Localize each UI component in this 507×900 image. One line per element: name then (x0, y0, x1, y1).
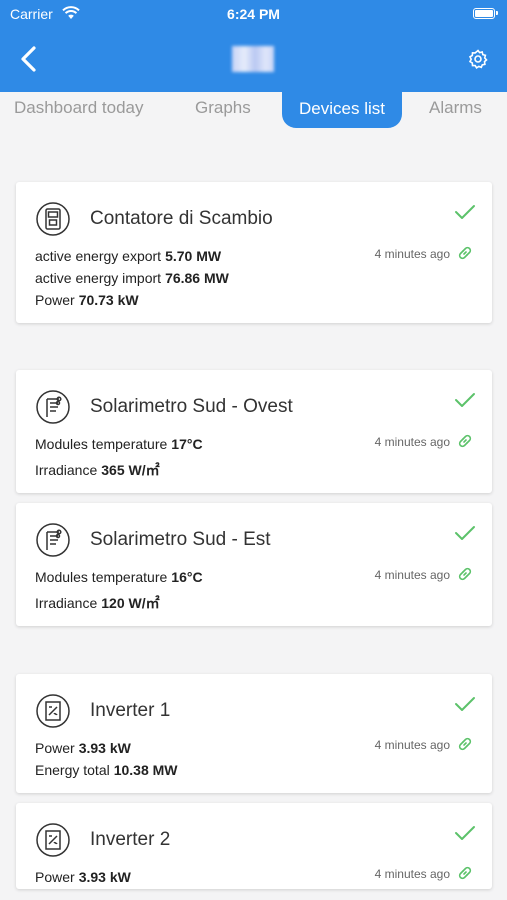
nav-bar (0, 28, 507, 92)
blurred-plant-title (232, 46, 274, 72)
metric-value: 120 W/㎡ (101, 595, 160, 611)
device-name: Solarimetro Sud - Est (90, 529, 271, 550)
last-update-time: 4 minutes ago (374, 867, 450, 881)
device-card[interactable]: Solarimetro Sud - Ovest Modules temperat… (16, 370, 492, 493)
device-card[interactable]: Contatore di Scambio active energy expor… (16, 182, 492, 323)
status-ok-check-icon (454, 392, 476, 408)
battery-icon (473, 8, 498, 19)
metric-value: 17°C (171, 436, 203, 452)
metric-label: Modules temperature (35, 436, 168, 452)
link-icon (456, 864, 474, 882)
link-icon (456, 565, 474, 583)
metric-label: Irradiance (35, 595, 98, 611)
metric-value: 365 W/㎡ (101, 462, 160, 478)
status-ok-check-icon (454, 696, 476, 712)
metric-row: Modules temperature 17°C (35, 436, 203, 452)
status-bar: Carrier 6:24 PM (0, 0, 507, 28)
link-icon (456, 735, 474, 753)
metric-row: Power 3.93 kW (35, 740, 131, 756)
tab-devices-list[interactable]: Devices list (282, 92, 402, 128)
status-ok-check-icon (454, 525, 476, 541)
inverter-icon (36, 694, 70, 728)
metric-label: active energy import (35, 270, 162, 286)
metric-value: 3.93 kW (78, 869, 131, 885)
metric-label: Energy total (35, 762, 110, 778)
last-update-time: 4 minutes ago (374, 435, 450, 449)
metric-row: Irradiance 120 W/㎡ (35, 593, 160, 613)
metric-row: Energy total 10.38 MW (35, 762, 178, 778)
meter-icon (36, 202, 70, 236)
metric-value: 70.73 kW (78, 292, 139, 308)
device-name: Inverter 2 (90, 829, 171, 850)
metric-value: 10.38 MW (113, 762, 178, 778)
metric-label: Modules temperature (35, 569, 168, 585)
device-name: Contatore di Scambio (90, 208, 273, 229)
tab-alarms[interactable]: Alarms (429, 92, 482, 124)
solarimeter-icon (36, 523, 70, 557)
link-icon (456, 244, 474, 262)
metric-value: 76.86 MW (165, 270, 229, 286)
clock: 6:24 PM (227, 6, 280, 22)
device-card[interactable]: Inverter 1 Power 3.93 kW Energy total 10.3… (16, 674, 492, 793)
device-card[interactable]: Inverter 2 Power 3.93 kW 4 minutes ago (16, 803, 492, 889)
link-icon (456, 432, 474, 450)
last-update-time: 4 minutes ago (374, 738, 450, 752)
tab-dashboard-today[interactable]: Dashboard today (14, 92, 143, 124)
metric-row: Power 70.73 kW (35, 292, 139, 308)
metric-value: 3.93 kW (78, 740, 131, 756)
metric-row: active energy import 76.86 MW (35, 270, 229, 286)
metric-row: Irradiance 365 W/㎡ (35, 460, 160, 480)
metric-value: 16°C (171, 569, 203, 585)
inverter-icon (36, 823, 70, 857)
tab-bar: Dashboard today Graphs Devices list Alar… (0, 92, 507, 128)
status-ok-check-icon (454, 204, 476, 220)
metric-value: 5.70 MW (165, 248, 222, 264)
tab-graphs[interactable]: Graphs (195, 92, 251, 124)
metric-row: active energy export 5.70 MW (35, 248, 221, 264)
metric-row: Modules temperature 16°C (35, 569, 203, 585)
metric-label: Power (35, 292, 75, 308)
metric-label: Power (35, 740, 75, 756)
metric-label: active energy export (35, 248, 162, 264)
back-chevron-icon[interactable] (16, 44, 42, 74)
metric-label: Power (35, 869, 75, 885)
device-name: Inverter 1 (90, 700, 171, 721)
gear-icon[interactable] (467, 48, 489, 70)
status-ok-check-icon (454, 825, 476, 841)
device-name: Solarimetro Sud - Ovest (90, 396, 293, 417)
metric-label: Irradiance (35, 462, 98, 478)
last-update-time: 4 minutes ago (374, 247, 450, 261)
last-update-time: 4 minutes ago (374, 568, 450, 582)
metric-row: Power 3.93 kW (35, 869, 131, 885)
solarimeter-icon (36, 390, 70, 424)
device-card[interactable]: Solarimetro Sud - Est Modules temperatur… (16, 503, 492, 626)
